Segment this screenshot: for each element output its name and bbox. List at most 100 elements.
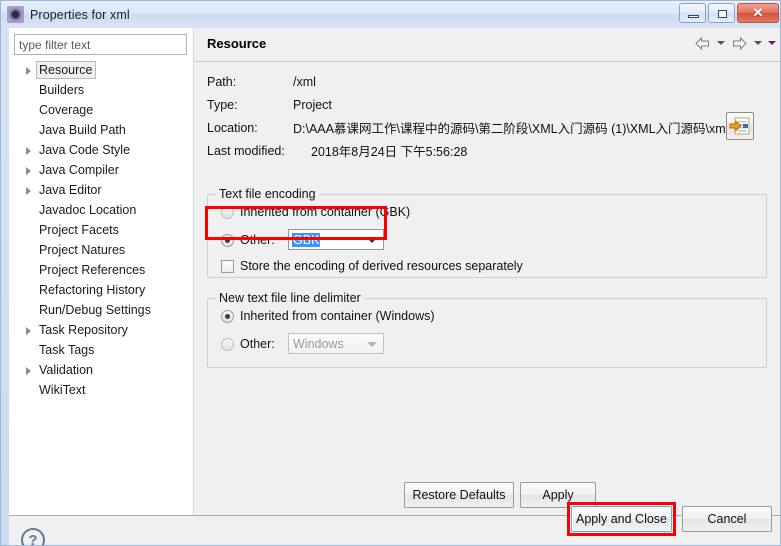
apply-and-close-button[interactable]: Apply and Close [571,506,672,532]
expand-arrow-icon[interactable] [23,164,36,177]
dialog-client-area: Resource Builders Coverage Java Build Path J… [9,28,780,545]
expand-arrow-icon[interactable] [23,324,36,337]
type-label: Type: [207,97,238,112]
settings-tree-pane: Resource Builders Coverage Java Build Path J… [9,28,194,515]
forward-arrow-icon[interactable] [728,33,750,53]
sidebar-item-wikitext[interactable]: WikiText [9,380,194,400]
encoding-other-radio[interactable]: Other: [221,233,275,247]
path-value: /xml [293,74,316,89]
minimize-button[interactable] [679,3,706,23]
sidebar-item-label: Validation [39,363,93,377]
sidebar-item-project-facets[interactable]: Project Facets [9,220,194,240]
sidebar-item-label: Task Tags [39,343,95,357]
browse-folder-icon[interactable] [726,112,754,140]
encoding-group-legend: Text file encoding [216,187,319,201]
maximize-button[interactable] [708,3,735,23]
expand-arrow-icon[interactable] [23,364,36,377]
cancel-button[interactable]: Cancel [682,506,772,532]
radio-indicator [221,233,234,247]
type-value: Project [293,97,332,112]
delimiter-other-label: Other: [240,337,275,351]
expand-arrow-icon[interactable] [23,144,36,157]
sidebar-item-validation[interactable]: Validation [9,360,194,380]
sidebar-item-java-build-path[interactable]: Java Build Path [9,120,194,140]
store-derived-checkbox[interactable]: Store the encoding of derived resources … [221,259,523,273]
encoding-inherited-label: Inherited from container (GBK) [240,205,411,219]
delimiter-other-radio[interactable]: Other: [221,337,275,351]
path-label: Path: [207,74,237,89]
sidebar-item-coverage[interactable]: Coverage [9,100,194,120]
sidebar-item-java-editor[interactable]: Java Editor [9,180,194,200]
sidebar-item-task-repository[interactable]: Task Repository [9,320,194,340]
help-button[interactable]: ? [21,528,45,545]
encoding-inherited-radio[interactable]: Inherited from container (GBK) [221,205,410,219]
back-dropdown-icon[interactable] [714,33,727,53]
sidebar-item-label: Java Editor [39,183,102,197]
filter-input[interactable] [14,34,187,55]
sidebar-item-label: Project Natures [39,243,126,257]
encoding-other-label: Other: [240,233,275,247]
location-row: Location: D:\AAA慕课网工作\课程中的源码\第二阶段\XML入门源… [207,112,767,140]
last-modified-label: Last modified: [207,143,285,158]
apply-button[interactable]: Apply [520,482,596,508]
sidebar-item-label: Resource [36,61,96,79]
location-value: D:\AAA慕课网工作\课程中的源码\第二阶段\XML入门源码 (1)\XML入… [293,122,729,136]
forward-dropdown-icon[interactable] [751,33,764,53]
text-file-encoding-group: Text file encoding Inherited from contai… [207,187,767,278]
header-divider [195,61,780,62]
sidebar-item-javadoc-location[interactable]: Javadoc Location [9,200,194,220]
sidebar-item-task-tags[interactable]: Task Tags [9,340,194,360]
sidebar-item-label: Refactoring History [39,283,146,297]
sidebar-item-resource[interactable]: Resource [9,60,194,80]
checkbox-indicator [221,259,234,273]
radio-indicator [221,337,234,351]
sidebar-item-label: Java Code Style [39,143,131,157]
window-controls: ✕ [679,3,779,23]
delimiter-combo[interactable]: Windows [288,333,384,354]
delimiter-inherited-label: Inherited from container (Windows) [240,309,435,323]
restore-defaults-button[interactable]: Restore Defaults [404,482,514,508]
sidebar-item-label: Task Repository [39,323,128,337]
sidebar-item-label: Run/Debug Settings [39,303,151,317]
sidebar-item-run-debug-settings[interactable]: Run/Debug Settings [9,300,194,320]
delimiter-inherited-radio[interactable]: Inherited from container (Windows) [221,309,435,323]
sidebar-item-label: Project References [39,263,146,277]
sidebar-item-project-natures[interactable]: Project Natures [9,240,194,260]
sidebar-item-refactoring-history[interactable]: Refactoring History [9,280,194,300]
page-navigation [691,33,778,53]
close-icon: ✕ [752,5,764,20]
last-modified-row: Last modified: 2018年8月24日 下午5:56:28 [207,139,767,162]
back-arrow-icon[interactable] [691,33,713,53]
page-menu-icon[interactable] [765,33,778,53]
sidebar-item-label: WikiText [39,383,86,397]
window-title: Properties for xml [30,7,130,22]
close-button[interactable]: ✕ [737,3,779,23]
encoding-combo[interactable]: GBK [288,229,384,250]
sidebar-item-label: Coverage [39,103,94,117]
sidebar-item-project-references[interactable]: Project References [9,260,194,280]
sidebar-item-java-code-style[interactable]: Java Code Style [9,140,194,160]
expand-arrow-icon[interactable] [23,64,36,77]
radio-indicator [221,205,234,219]
last-modified-value: 2018年8月24日 下午5:56:28 [311,145,468,159]
settings-tree[interactable]: Resource Builders Coverage Java Build Path J… [9,60,194,512]
store-derived-label: Store the encoding of derived resources … [240,259,523,273]
sidebar-item-builders[interactable]: Builders [9,80,194,100]
sidebar-item-label: Project Facets [39,223,119,237]
delimiter-group-legend: New text file line delimiter [216,291,364,305]
chevron-down-icon [367,238,377,243]
sidebar-item-java-compiler[interactable]: Java Compiler [9,160,194,180]
radio-indicator [221,309,234,323]
page-header: Resource [195,28,780,62]
expand-arrow-icon[interactable] [23,184,36,197]
location-label: Location: [207,120,258,135]
